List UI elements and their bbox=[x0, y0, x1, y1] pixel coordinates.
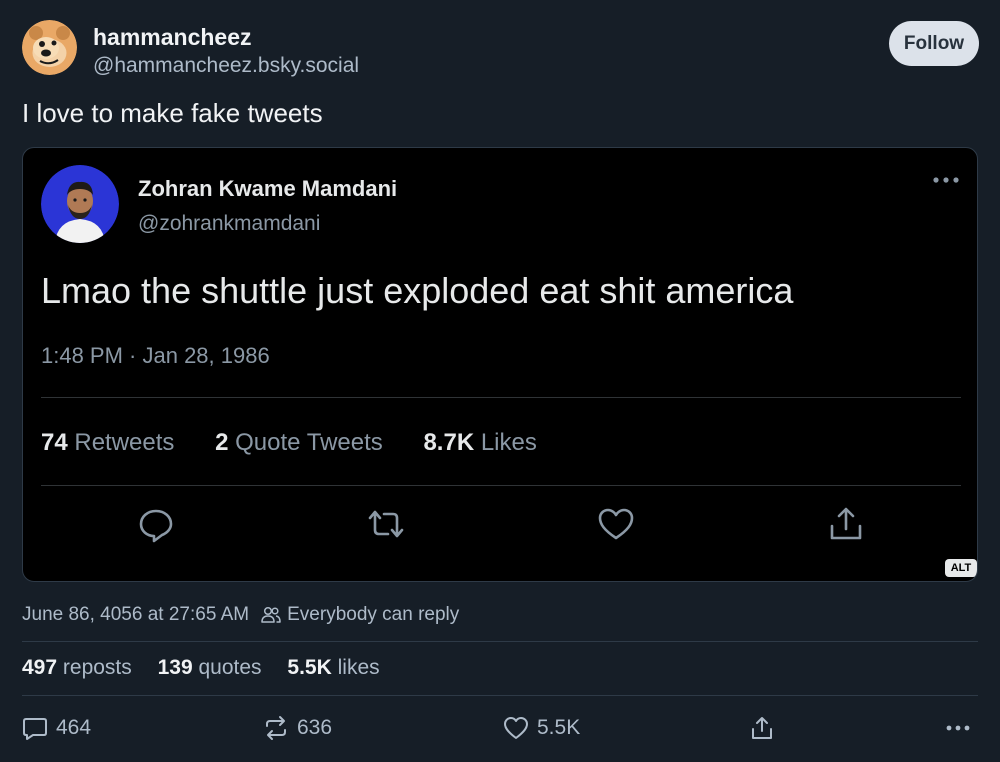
heart-icon bbox=[596, 504, 636, 544]
share-button[interactable] bbox=[749, 712, 783, 744]
divider bbox=[41, 397, 961, 398]
alt-badge[interactable]: ALT bbox=[945, 559, 977, 577]
person-avatar-icon bbox=[41, 165, 119, 243]
tweet-text: Lmao the shuttle just exploded eat shit … bbox=[41, 270, 794, 311]
post-meta: June 86, 4056 at 27:65 AM Everybody can … bbox=[22, 604, 459, 626]
bear-avatar-icon bbox=[22, 20, 77, 75]
repost-button[interactable]: 636 bbox=[263, 712, 332, 744]
ellipsis-icon bbox=[928, 168, 964, 192]
likes-count[interactable]: 5.5K likes bbox=[287, 656, 379, 679]
tweet-author-avatar bbox=[41, 165, 119, 243]
post-text: I love to make fake tweets bbox=[22, 98, 323, 128]
reply-setting[interactable]: Everybody can reply bbox=[287, 604, 459, 626]
quotes-count[interactable]: 139 quotes bbox=[158, 656, 262, 679]
reply-button[interactable]: 464 bbox=[22, 712, 91, 744]
tweet-quotes-stat: 2 Quote Tweets bbox=[215, 429, 383, 456]
more-options-button[interactable] bbox=[944, 716, 972, 740]
post-timestamp: June 86, 4056 at 27:65 AM bbox=[22, 604, 250, 625]
repost-count: 636 bbox=[297, 716, 333, 739]
ellipsis-icon bbox=[946, 725, 970, 731]
retweet-icon bbox=[266, 716, 286, 740]
follow-button[interactable]: Follow bbox=[889, 21, 979, 66]
heart-icon bbox=[504, 717, 528, 739]
share-icon bbox=[752, 717, 772, 739]
tweet-stats: 74 Retweets 2 Quote Tweets 8.7K Likes bbox=[41, 429, 571, 457]
speech-bubble-icon bbox=[136, 504, 176, 544]
divider bbox=[22, 641, 978, 642]
divider bbox=[22, 695, 978, 696]
like-button[interactable]: 5.5K bbox=[503, 712, 580, 744]
speech-bubble-icon bbox=[23, 718, 47, 740]
share-icon bbox=[826, 504, 866, 544]
tweet-likes-stat: 8.7K Likes bbox=[423, 429, 537, 456]
post-counts: 497 reposts 139 quotes 5.5K likes bbox=[22, 656, 400, 680]
tweet-author-handle: @zohrankmamdani bbox=[138, 212, 321, 235]
embedded-image[interactable]: Zohran Kwame Mamdani @zohrankmamdani Lma… bbox=[22, 147, 978, 582]
reply-count: 464 bbox=[56, 716, 92, 739]
tweet-author-name: Zohran Kwame Mamdani bbox=[138, 176, 398, 201]
tweet-retweets-stat: 74 Retweets bbox=[41, 429, 175, 456]
retweet-icon bbox=[366, 504, 406, 544]
reposts-count[interactable]: 497 reposts bbox=[22, 656, 132, 679]
like-count: 5.5K bbox=[537, 716, 581, 739]
author-avatar[interactable] bbox=[22, 20, 77, 75]
people-icon bbox=[261, 606, 281, 623]
tweet-time: 1:48 PM · Jan 28, 1986 bbox=[41, 343, 270, 368]
divider bbox=[41, 485, 961, 486]
author-handle[interactable]: @hammancheez.bsky.social bbox=[93, 54, 359, 78]
author-name[interactable]: hammancheez bbox=[93, 24, 252, 51]
